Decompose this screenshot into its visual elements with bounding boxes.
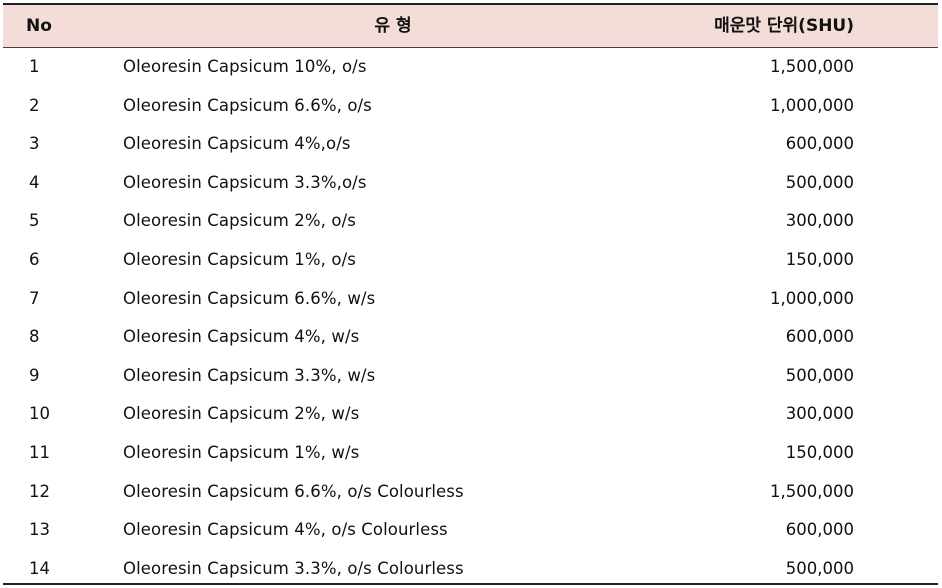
table-row: 4 Oleoresin Capsicum 3.3%,o/s 500,000 xyxy=(3,164,938,203)
cell-type: Oleoresin Capsicum 10%, o/s xyxy=(123,57,367,76)
cell-shu: 150,000 xyxy=(785,249,854,269)
cell-no: 5 xyxy=(29,211,40,231)
table-row: 9 Oleoresin Capsicum 3.3%, w/s 500,000 xyxy=(3,357,938,396)
cell-type: Oleoresin Capsicum 3.3%,o/s xyxy=(123,172,367,192)
cell-shu: 1,000,000 xyxy=(770,95,854,115)
cell-shu: 500,000 xyxy=(785,172,854,192)
table-row: 3 Oleoresin Capsicum 4%,o/s 600,000 xyxy=(3,125,938,164)
cell-shu: 600,000 xyxy=(785,327,854,347)
cell-type: Oleoresin Capsicum 1%, o/s xyxy=(123,249,356,269)
cell-shu: 1,500,000 xyxy=(770,481,854,501)
table-body: 1 Oleoresin Capsicum 10%, o/s 1,500,000 2 Ol… xyxy=(3,48,938,588)
cell-no: 7 xyxy=(29,288,40,308)
cell-no: 9 xyxy=(29,365,40,385)
spice-table: No 유 형 매운맛 단위(SHU) 1 Oleoresin Capsicum 1… xyxy=(3,3,938,585)
cell-shu: 150,000 xyxy=(785,442,854,462)
cell-type: Oleoresin Capsicum 4%, w/s xyxy=(123,327,360,347)
cell-shu: 500,000 xyxy=(785,365,854,385)
cell-no: 3 xyxy=(29,134,40,154)
cell-type: Oleoresin Capsicum 6.6%, o/s Colourless xyxy=(123,481,464,501)
table-row: 11 Oleoresin Capsicum 1%, w/s 150,000 xyxy=(3,434,938,473)
cell-no: 14 xyxy=(29,558,50,578)
cell-shu: 300,000 xyxy=(785,211,854,231)
cell-no: 11 xyxy=(29,442,50,462)
cell-no: 10 xyxy=(29,404,50,424)
cell-no: 1 xyxy=(29,57,40,76)
cell-shu: 600,000 xyxy=(785,134,854,154)
cell-no: 12 xyxy=(29,481,50,501)
cell-shu: 1,500,000 xyxy=(770,57,854,76)
cell-type: Oleoresin Capsicum 6.6%, w/s xyxy=(123,288,376,308)
cell-shu: 1,000,000 xyxy=(770,288,854,308)
table-row: 7 Oleoresin Capsicum 6.6%, w/s 1,000,000 xyxy=(3,280,938,319)
cell-no: 8 xyxy=(29,327,40,347)
header-shu: 매운맛 단위(SHU) xyxy=(714,16,854,36)
cell-no: 2 xyxy=(29,95,40,115)
cell-type: Oleoresin Capsicum 1%, w/s xyxy=(123,442,360,462)
header-no: No xyxy=(26,16,52,36)
table-row: 6 Oleoresin Capsicum 1%, o/s 150,000 xyxy=(3,241,938,280)
cell-type: Oleoresin Capsicum 4%, o/s Colourless xyxy=(123,520,448,540)
table-header: No 유 형 매운맛 단위(SHU) xyxy=(3,5,938,48)
table-row: 10 Oleoresin Capsicum 2%, w/s 300,000 xyxy=(3,395,938,434)
cell-type: Oleoresin Capsicum 2%, w/s xyxy=(123,404,360,424)
table-row: 13 Oleoresin Capsicum 4%, o/s Colourless 6… xyxy=(3,511,938,550)
cell-type: Oleoresin Capsicum 3.3%, w/s xyxy=(123,365,376,385)
cell-type: Oleoresin Capsicum 4%,o/s xyxy=(123,134,351,154)
cell-type: Oleoresin Capsicum 3.3%, o/s Colourless xyxy=(123,558,464,578)
cell-shu: 500,000 xyxy=(785,558,854,578)
cell-type: Oleoresin Capsicum 6.6%, o/s xyxy=(123,95,372,115)
cell-no: 13 xyxy=(29,520,50,540)
table-row: 1 Oleoresin Capsicum 10%, o/s 1,500,000 xyxy=(3,48,938,87)
cell-shu: 300,000 xyxy=(785,404,854,424)
cell-no: 6 xyxy=(29,249,40,269)
header-type: 유 형 xyxy=(374,16,412,36)
table-row: 5 Oleoresin Capsicum 2%, o/s 300,000 xyxy=(3,202,938,241)
table-row: 2 Oleoresin Capsicum 6.6%, o/s 1,000,000 xyxy=(3,87,938,126)
table-row: 12 Oleoresin Capsicum 6.6%, o/s Colourles… xyxy=(3,473,938,512)
table-row: 14 Oleoresin Capsicum 3.3%, o/s Colourles… xyxy=(3,550,938,588)
cell-no: 4 xyxy=(29,172,40,192)
table-row: 8 Oleoresin Capsicum 4%, w/s 600,000 xyxy=(3,318,938,357)
cell-type: Oleoresin Capsicum 2%, o/s xyxy=(123,211,356,231)
cell-shu: 600,000 xyxy=(785,520,854,540)
